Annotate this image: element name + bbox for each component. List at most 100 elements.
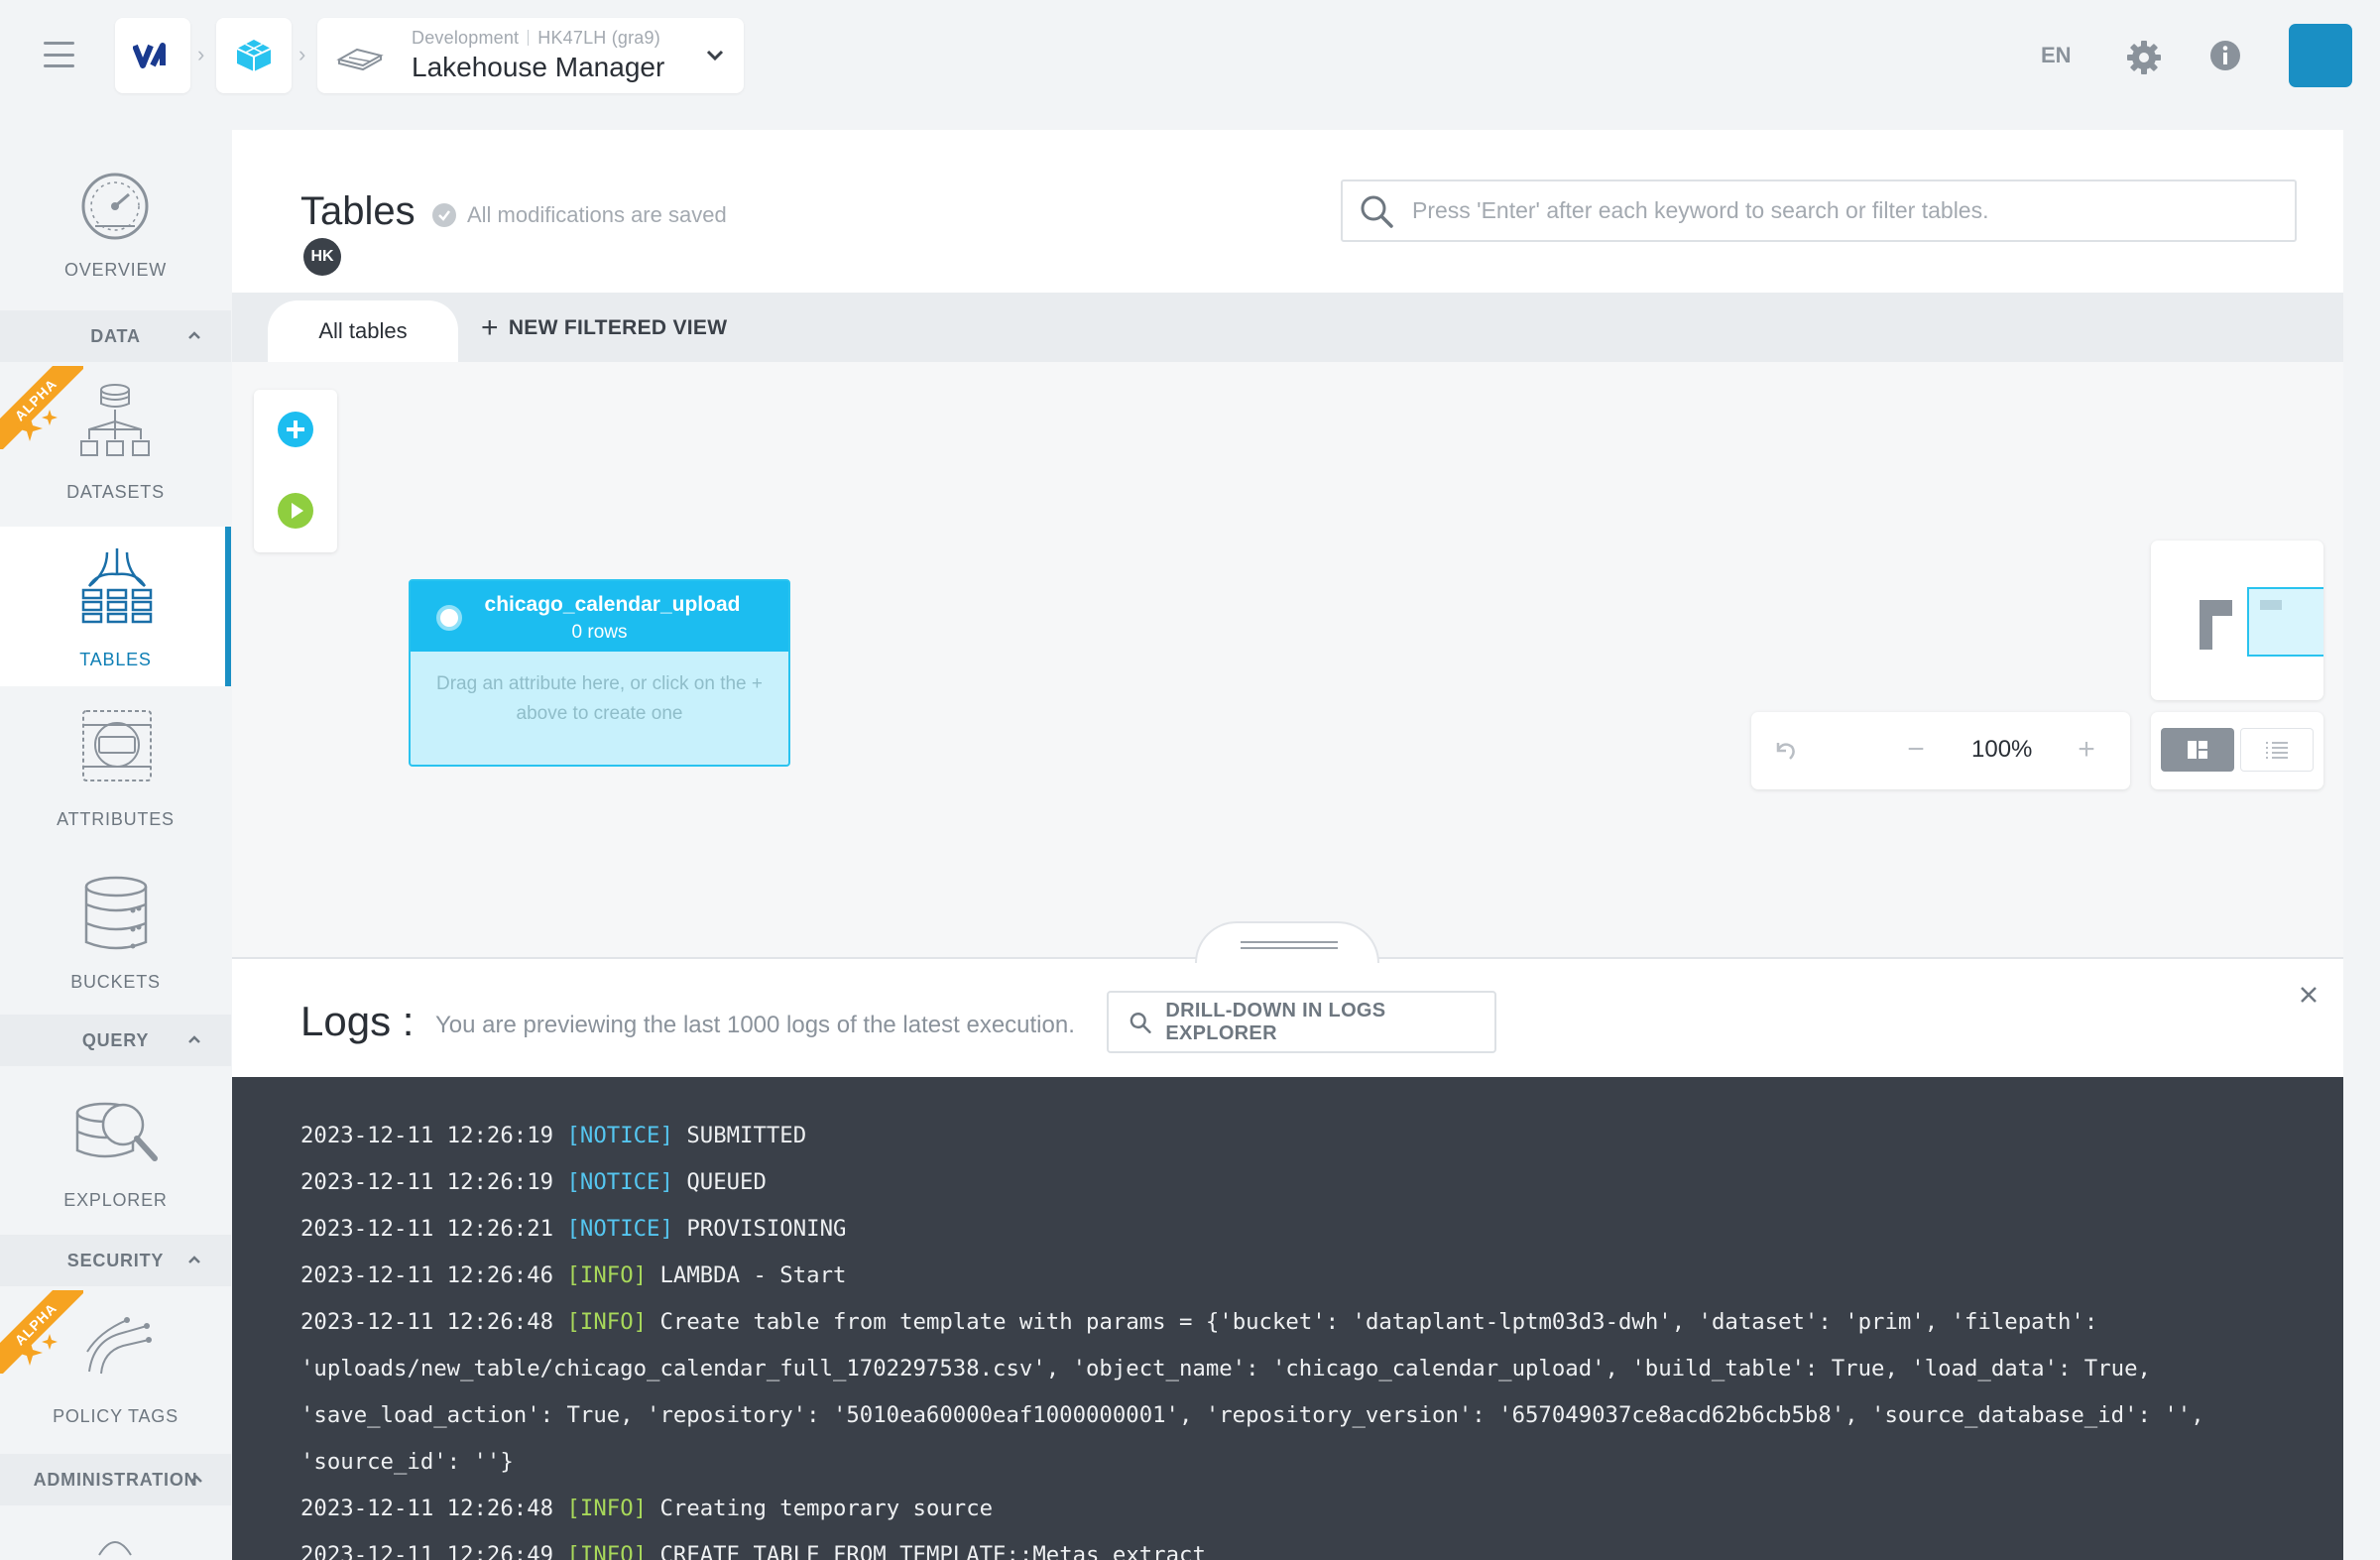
alpha-badge: ALPHA	[0, 1290, 83, 1374]
section-query-label: QUERY	[81, 1029, 150, 1050]
language-selector[interactable]: EN	[2041, 43, 2072, 68]
add-table-icon[interactable]	[276, 410, 315, 449]
log-level: [NOTICE]	[566, 1216, 673, 1242]
log-line: 2023-12-11 12:26:19 [NOTICE] SUBMITTED	[300, 1113, 2343, 1159]
log-timestamp: 2023-12-11 12:26:19	[300, 1169, 554, 1195]
log-message: PROVISIONING	[686, 1216, 847, 1242]
log-line: 'uploads/new_table/chicago_calendar_full…	[300, 1346, 2343, 1392]
project-name: Lakehouse Manager	[412, 52, 665, 82]
log-timestamp: 2023-12-11 12:26:21	[300, 1216, 554, 1242]
search-input[interactable]	[1412, 197, 2295, 224]
section-security-label: SECURITY	[66, 1250, 165, 1270]
chevron-up-icon	[188, 1256, 200, 1263]
menu-icon[interactable]	[44, 42, 74, 67]
grid-view-icon	[2188, 741, 2207, 759]
user-avatar[interactable]	[2289, 24, 2352, 87]
logs-subtitle: You are previewing the last 1000 logs of…	[435, 1012, 1075, 1038]
chevron-up-icon	[190, 1475, 202, 1483]
brand-logo-icon	[133, 43, 166, 68]
log-level: [INFO]	[566, 1496, 648, 1521]
sidebar-label-attributes: ATTRIBUTES	[57, 809, 175, 829]
log-line: 2023-12-11 12:26:19 [NOTICE] QUEUED	[300, 1159, 2343, 1206]
admin-icon	[98, 1541, 132, 1556]
alpha-badge: ALPHA	[0, 366, 83, 449]
log-message: CREATE_TABLE_FROM_TEMPLATE::Metas extrac…	[659, 1542, 1206, 1560]
sidebar-item-overview[interactable]: OVERVIEW	[0, 145, 231, 306]
lakehouse-icon	[336, 48, 384, 71]
project-meta: Development HK47LH (gra9)	[412, 28, 660, 49]
new-filtered-view-button[interactable]: + NEW FILTERED VIEW	[481, 312, 727, 344]
attributes-icon	[82, 710, 152, 781]
zoom-out-icon[interactable]: −	[1896, 730, 1936, 770]
search-icon	[1361, 195, 1393, 228]
log-line: 2023-12-11 12:26:46 [INFO] LAMBDA - Star…	[300, 1253, 2343, 1299]
section-data[interactable]: DATA	[0, 310, 231, 362]
undo-icon[interactable]	[1765, 730, 1805, 770]
log-message: LAMBDA - Start	[659, 1262, 847, 1288]
section-administration-label: ADMINISTRATION	[33, 1469, 198, 1490]
log-line: 2023-12-11 12:26:49 [INFO] CREATE_TABLE_…	[300, 1532, 2343, 1560]
sidebar-label-datasets: DATASETS	[66, 482, 165, 502]
database-icon	[84, 876, 148, 950]
section-query[interactable]: QUERY	[0, 1015, 231, 1066]
sidebar-item-tables[interactable]: TABLES	[0, 527, 231, 686]
check-circle-icon	[432, 203, 456, 227]
drill-down-logs-button[interactable]: DRILL-DOWN IN LOGS EXPLORER	[1107, 991, 1496, 1053]
table-search-field[interactable]	[1341, 180, 2297, 242]
gear-icon[interactable]	[2125, 39, 2163, 76]
sidebar: OVERVIEW DATA DATASETS ALPHA TABLES ATTR…	[0, 145, 231, 1560]
list-view-button[interactable]	[2240, 728, 2314, 772]
run-play-icon[interactable]	[276, 491, 315, 531]
list-view-icon	[2266, 742, 2288, 759]
user-initials-avatar[interactable]: HK	[303, 238, 341, 276]
log-timestamp: 2023-12-11 12:26:49	[300, 1542, 554, 1560]
home-logo-button[interactable]	[115, 18, 190, 93]
close-icon[interactable]	[2295, 981, 2322, 1009]
sidebar-label-policy-tags: POLICY TAGS	[53, 1406, 178, 1426]
log-level: [NOTICE]	[566, 1169, 673, 1195]
sidebar-item-attributes[interactable]: ATTRIBUTES	[0, 693, 231, 847]
project-id: HK47LH (gra9)	[537, 28, 660, 48]
sidebar-item-explorer[interactable]: EXPLORER	[0, 1073, 231, 1227]
table-node-hint: Drag an attribute here, or click on the …	[436, 673, 763, 724]
sparkle-icon	[17, 1334, 58, 1366]
logs-console: 2023-12-11 12:26:19 [NOTICE] SUBMITTED 20…	[232, 1077, 2343, 1560]
logs-resize-handle[interactable]	[1195, 921, 1379, 963]
top-bar: › › Development HK47LH (gra9) Lakehouse M…	[0, 0, 2380, 112]
save-status-text: All modifications are saved	[467, 202, 727, 227]
save-status: All modifications are saved	[432, 202, 727, 228]
chevron-up-icon	[188, 331, 200, 339]
organization-button[interactable]	[216, 18, 292, 93]
tab-all-tables[interactable]: All tables	[268, 300, 458, 362]
log-message: SUBMITTED	[686, 1123, 807, 1148]
logs-title: Logs :	[300, 998, 415, 1044]
breadcrumb-separator-icon: ›	[298, 42, 306, 66]
cube-icon	[236, 40, 272, 71]
section-security[interactable]: SECURITY	[0, 1235, 231, 1286]
log-line: 'source_id': ''}	[300, 1439, 2343, 1486]
log-level: [INFO]	[566, 1542, 648, 1560]
new-filtered-view-label: NEW FILTERED VIEW	[508, 316, 728, 339]
info-icon[interactable]	[2208, 39, 2242, 72]
project-selector[interactable]: Development HK47LH (gra9) Lakehouse Manag…	[317, 18, 744, 93]
log-line: 2023-12-11 12:26:48 [INFO] Creating temp…	[300, 1486, 2343, 1532]
canvas-toolbar	[254, 390, 337, 552]
log-message: QUEUED	[686, 1169, 767, 1195]
zoom-in-icon[interactable]: +	[2067, 730, 2106, 770]
tables-icon	[81, 548, 153, 624]
table-node[interactable]: chicago_calendar_upload 0 rows Drag an a…	[409, 579, 790, 767]
sidebar-item-buckets[interactable]: BUCKETS	[0, 855, 231, 1009]
explorer-search-icon	[75, 1102, 158, 1161]
log-timestamp: 2023-12-11 12:26:48	[300, 1309, 554, 1335]
graph-view-button[interactable]	[2161, 728, 2234, 772]
section-data-label: DATA	[90, 325, 141, 346]
canvas-minimap[interactable]	[2151, 540, 2323, 700]
sidebar-item-administration-partial[interactable]	[0, 1511, 231, 1560]
dataset-tree-icon	[80, 384, 150, 456]
table-canvas[interactable]: chicago_calendar_upload 0 rows Drag an a…	[232, 362, 2343, 957]
sidebar-label-buckets: BUCKETS	[70, 972, 161, 992]
log-message: Creating temporary source	[659, 1496, 994, 1521]
section-administration[interactable]: ADMINISTRATION	[0, 1454, 231, 1505]
log-message: 'source_id': ''}	[300, 1449, 514, 1475]
zoom-level[interactable]: 100%	[1971, 736, 2032, 764]
